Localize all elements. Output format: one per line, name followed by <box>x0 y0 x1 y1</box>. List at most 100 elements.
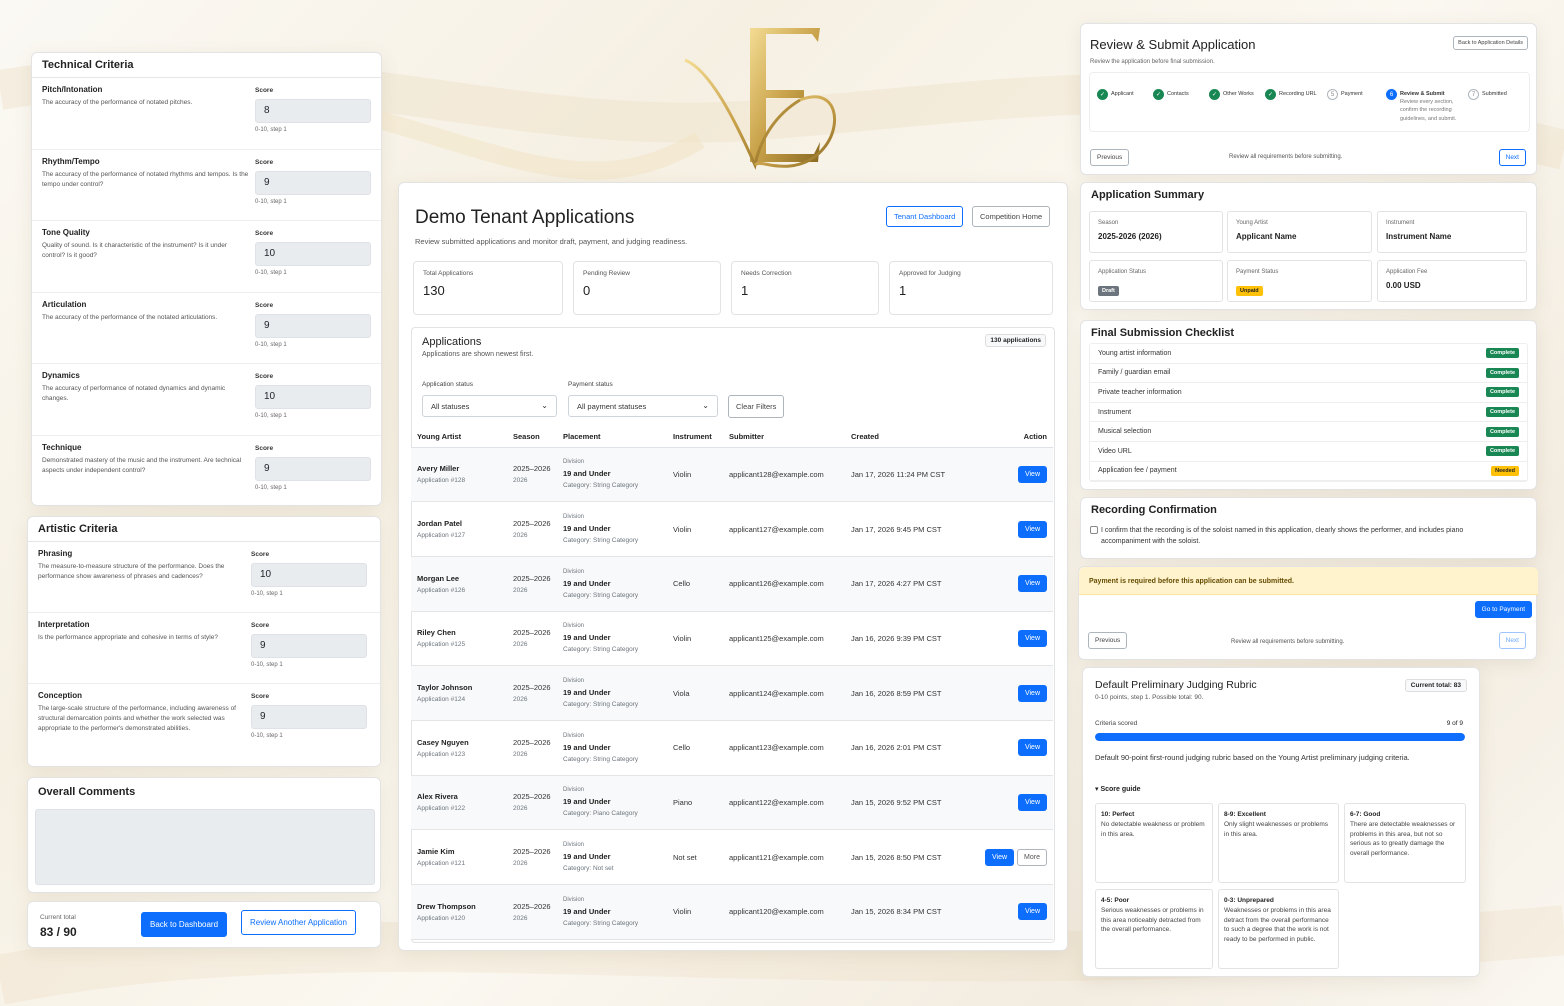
nav-note: Review all requirements before submittin… <box>1229 154 1343 160</box>
season-year: 2026 <box>513 805 528 813</box>
checklist-status-badge: Complete <box>1485 407 1519 418</box>
criteria-scored-label: Criteria scored <box>1095 720 1138 727</box>
view-button[interactable]: View <box>1017 903 1047 921</box>
table-row[interactable]: Jamie Kim Application #121 2025–2026 2026 Di… <box>411 829 1053 885</box>
more-button[interactable]: More <box>1017 848 1047 866</box>
go-to-payment-button[interactable]: Go to Payment <box>1474 601 1532 618</box>
previous-button-bottom[interactable]: Previous <box>1088 632 1128 649</box>
stat-value: 1 <box>899 283 907 298</box>
applications-table: Young Artist Season Placement Instrument… <box>411 427 1053 940</box>
summary-season: Season 2025-2026 (2026) <box>1089 211 1223 253</box>
back-to-dashboard-button[interactable]: Back to Dashboard <box>141 912 228 937</box>
overall-comments-title: Overall Comments <box>38 786 136 798</box>
view-button[interactable]: View <box>1017 465 1047 483</box>
view-button[interactable]: View <box>1017 793 1047 811</box>
cell-placement: Division 19 and Under Category: String Cat… <box>557 501 667 557</box>
previous-button[interactable]: Previous <box>1090 149 1130 166</box>
score-input[interactable]: 9 <box>251 705 367 729</box>
score-footer-card: Current total 83 / 90 Back to Dashboard … <box>27 901 381 948</box>
view-button[interactable]: View <box>1017 684 1047 702</box>
score-input[interactable]: 9 <box>255 456 371 481</box>
checklist-item: Instrument Complete <box>1090 403 1527 423</box>
cell-created: Jan 15, 2026 8:34 PM CST <box>845 884 973 940</box>
cell-submitter: applicant120@example.com <box>723 884 845 940</box>
view-button[interactable]: View <box>1017 520 1047 538</box>
table-row[interactable]: Morgan Lee Application #126 2025–2026 2026 D… <box>411 556 1053 612</box>
score-input[interactable]: 8 <box>255 99 371 123</box>
review-another-button[interactable]: Review Another Application <box>241 910 356 935</box>
artist-name: Avery Miller <box>417 464 460 474</box>
score-input[interactable]: 10 <box>255 385 371 409</box>
recording-confirm-checkbox[interactable] <box>1090 526 1098 534</box>
checklist-item: Video URL Complete <box>1090 442 1527 462</box>
next-button-bottom[interactable]: Next <box>1498 632 1526 649</box>
technical-criteria-card: Technical Criteria Pitch/Intonation The a… <box>31 52 382 506</box>
score-input[interactable]: 10 <box>255 242 371 266</box>
cell-season: 2025–2026 2026 <box>507 611 557 667</box>
clear-filters-button[interactable]: Clear Filters <box>728 395 785 418</box>
score-label: Score <box>255 158 274 166</box>
criterion-description: Is the performance appropriate and cohes… <box>38 634 218 641</box>
status-filter-select[interactable]: All statuses ⌄ <box>422 395 557 417</box>
checklist-status-badge: Complete <box>1485 348 1519 359</box>
table-row[interactable]: Alex Rivera Application #122 2025–2026 2026… <box>411 775 1053 831</box>
back-to-application-details-button[interactable]: Back to Application Details <box>1453 36 1528 50</box>
wizard-step[interactable]: ✓ Other Works <box>1209 89 1254 100</box>
judging-description: Default 90-point first-round judging rub… <box>1095 753 1410 762</box>
step-label: Other Works <box>1223 91 1254 97</box>
summary-instrument: Instrument Instrument Name <box>1377 211 1527 253</box>
artist-name: Alex Rivera <box>417 792 458 802</box>
table-row[interactable]: Drew Thompson Application #120 2025–2026 20… <box>411 884 1053 940</box>
summary-application-status: Application Status Draft <box>1089 260 1223 302</box>
col-placement: Placement <box>557 427 667 448</box>
guide-excellent: 8-9: Excellent Only slight weaknesses or… <box>1218 803 1339 883</box>
cell-action: View More <box>973 829 1053 885</box>
judging-subtitle: 0-10 points, step 1. Possible total: 90. <box>1095 694 1204 701</box>
guide-text: Only slight weaknesses or problems in th… <box>1224 820 1329 838</box>
cell-action: View <box>973 884 1053 940</box>
checklist-status-badge: Complete <box>1485 446 1519 457</box>
applications-count-badge: 130 applications <box>985 334 1046 347</box>
cell-instrument: Cello <box>667 556 723 612</box>
score-guide-toggle[interactable]: ▾ Score guide <box>1095 785 1141 793</box>
check-icon: ✓ <box>1097 89 1108 100</box>
next-button[interactable]: Next <box>1498 149 1526 166</box>
summary-value: Applicant Name <box>1236 232 1297 241</box>
view-button[interactable]: View <box>1017 739 1047 757</box>
view-button[interactable]: View <box>1017 629 1047 647</box>
table-row[interactable]: Riley Chen Application #125 2025–2026 2026 D… <box>411 611 1053 667</box>
wizard-step[interactable]: ✓ Contacts <box>1153 89 1189 100</box>
table-row[interactable]: Jordan Patel Application #127 2025–2026 202… <box>411 501 1053 557</box>
wizard-step[interactable]: ✓ Recording URL <box>1265 89 1317 100</box>
cell-artist: Morgan Lee Application #126 <box>411 556 507 612</box>
payment-filter-value: All payment statuses <box>577 402 647 411</box>
score-input[interactable]: 10 <box>251 563 367 587</box>
payment-filter-select[interactable]: All payment statuses ⌄ <box>568 395 718 417</box>
division-value: 19 and Under <box>563 797 611 807</box>
view-button[interactable]: View <box>1017 575 1047 593</box>
overall-comments-textarea[interactable] <box>35 809 375 885</box>
wizard-step[interactable]: 7 Submitted <box>1468 89 1507 100</box>
criterion-description: The accuracy of the performance of notat… <box>42 99 193 106</box>
cell-artist: Casey Nguyen Application #123 <box>411 720 507 776</box>
current-total-badge: Current total: 83 <box>1404 679 1467 692</box>
cell-instrument: Piano <box>667 775 723 831</box>
criterion-row: Rhythm/Tempo The accuracy of the performa… <box>32 150 381 221</box>
competition-home-button[interactable]: Competition Home <box>972 206 1051 227</box>
view-button[interactable]: View <box>985 848 1015 866</box>
cell-action: View <box>973 611 1053 667</box>
score-input[interactable]: 9 <box>255 170 371 195</box>
score-input[interactable]: 9 <box>251 634 367 658</box>
category-value: Category: String Category <box>563 646 639 654</box>
score-input[interactable]: 9 <box>255 313 371 338</box>
table-row[interactable]: Casey Nguyen Application #123 2025–2026 202… <box>411 720 1053 776</box>
wizard-step[interactable]: 6 Review & Submit Review every section, co… <box>1386 89 1458 123</box>
wizard-step[interactable]: ✓ Applicant <box>1097 89 1134 100</box>
table-row[interactable]: Avery Miller Application #128 2025–2026 202… <box>411 447 1053 503</box>
tenant-dashboard-button[interactable]: Tenant Dashboard <box>886 206 964 227</box>
review-submit-card: Review & Submit Application Review the a… <box>1080 23 1537 175</box>
table-row[interactable]: Taylor Johnson Application #124 2025–2026 2… <box>411 665 1053 721</box>
wizard-step[interactable]: 5 Payment <box>1327 89 1363 100</box>
current-total-value: 83 / 90 <box>40 925 77 939</box>
final-checklist-card: Final Submission Checklist Young artist … <box>1080 320 1537 490</box>
